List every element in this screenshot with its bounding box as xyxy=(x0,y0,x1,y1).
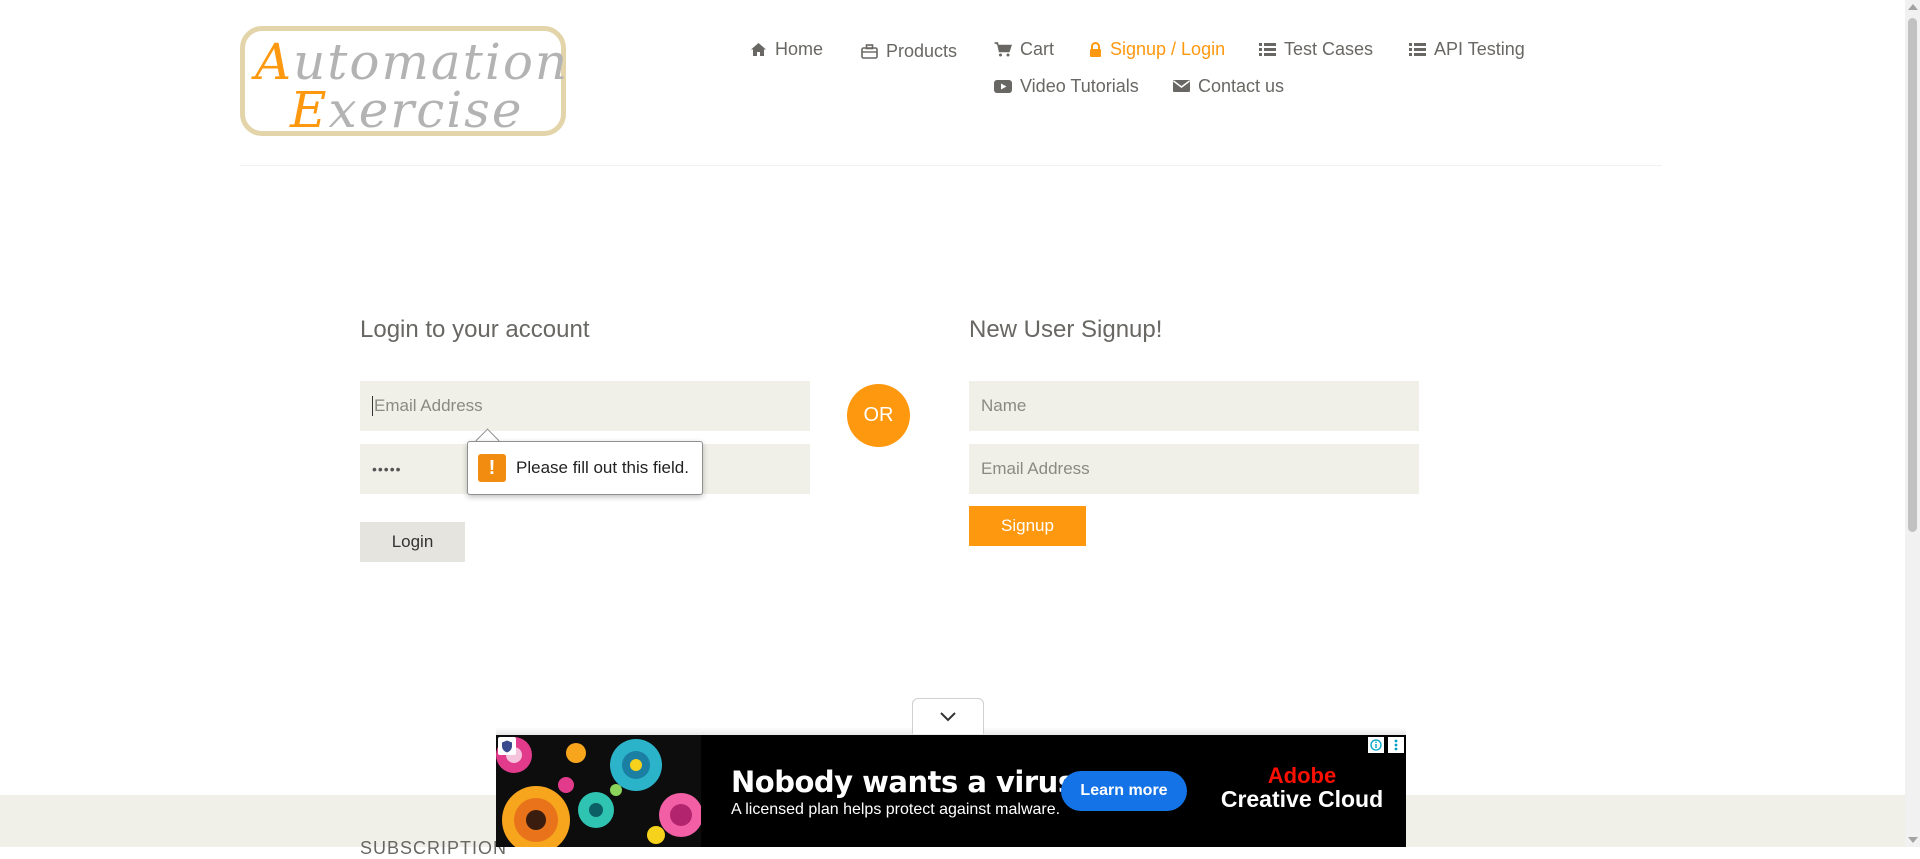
nav-products[interactable]: Products xyxy=(861,39,957,63)
page-scrollbar[interactable] xyxy=(1905,0,1920,847)
header-divider xyxy=(240,165,1662,166)
scroll-down-arrow-icon[interactable] xyxy=(1908,837,1918,843)
nav-signup-login-label: Signup / Login xyxy=(1110,38,1226,59)
scroll-up-arrow-icon[interactable] xyxy=(1908,4,1918,10)
youtube-play-icon xyxy=(994,79,1012,93)
login-password-value: ••••• xyxy=(372,461,402,477)
signup-button[interactable]: Signup xyxy=(969,506,1086,546)
nav-api-testing-label: API Testing xyxy=(1434,38,1525,59)
logo-line-1: Automation xyxy=(255,33,570,91)
nav-contact-us[interactable]: Contact us xyxy=(1173,74,1284,98)
validation-message: Please fill out this field. xyxy=(516,458,689,477)
site-logo[interactable]: Automation Exercise xyxy=(240,26,570,139)
login-email-input[interactable]: Email Address xyxy=(360,381,810,431)
chevron-down-icon xyxy=(940,712,956,722)
nav-video-tutorials-label: Video Tutorials xyxy=(1020,75,1139,96)
ad-options-icon[interactable] xyxy=(1388,737,1404,753)
advertisement-banner[interactable]: Nobody wants a virus. A licensed plan he… xyxy=(496,735,1406,847)
or-divider-badge: OR xyxy=(847,384,910,447)
text-caret xyxy=(372,396,373,416)
signup-form-title: New User Signup! xyxy=(969,316,1163,343)
floral-artwork xyxy=(496,735,701,847)
ad-learn-more-button[interactable]: Learn more xyxy=(1061,771,1187,811)
shield-icon xyxy=(502,740,512,752)
list-icon xyxy=(1259,42,1276,56)
validation-tooltip: ! Please fill out this field. xyxy=(467,441,703,495)
login-email-placeholder: Email Address xyxy=(374,396,483,415)
footer-subscription-heading: SUBSCRIPTION xyxy=(360,838,508,858)
list-icon xyxy=(1409,42,1426,56)
login-form-title: Login to your account xyxy=(360,316,590,343)
ad-privacy-badge[interactable] xyxy=(498,737,516,755)
nav-test-cases-label: Test Cases xyxy=(1284,38,1374,59)
nav-signup-login[interactable]: Signup / Login xyxy=(1089,37,1225,61)
nav-cart-label: Cart xyxy=(1020,38,1055,59)
signup-email-input[interactable]: Email Address xyxy=(969,444,1419,494)
nav-test-cases[interactable]: Test Cases xyxy=(1259,37,1373,61)
login-button[interactable]: Login xyxy=(360,522,465,562)
lock-icon xyxy=(1090,41,1101,57)
logo-line-2: Exercise xyxy=(290,81,524,139)
nav-api-testing[interactable]: API Testing xyxy=(1409,37,1525,61)
envelope-icon xyxy=(1173,80,1190,92)
scrollbar-thumb[interactable] xyxy=(1908,18,1917,532)
signup-name-input[interactable]: Name xyxy=(969,381,1419,431)
nav-home-label: Home xyxy=(775,38,824,59)
nav-home[interactable]: Home xyxy=(750,37,823,61)
signup-name-placeholder: Name xyxy=(981,396,1027,415)
nav-video-tutorials[interactable]: Video Tutorials xyxy=(994,74,1139,98)
ad-collapse-toggle[interactable] xyxy=(912,698,984,734)
nav-cart[interactable]: Cart xyxy=(994,37,1054,61)
ad-subtext: A licensed plan helps protect against ma… xyxy=(731,801,1061,818)
briefcase-icon xyxy=(861,43,878,59)
signup-email-placeholder: Email Address xyxy=(981,459,1090,478)
cart-icon xyxy=(994,41,1012,56)
nav-products-label: Products xyxy=(886,40,958,61)
warning-icon: ! xyxy=(478,454,506,482)
ad-brand-creative-cloud: Creative Cloud xyxy=(1220,786,1384,812)
nav-contact-us-label: Contact us xyxy=(1198,75,1285,96)
ad-info-icon[interactable] xyxy=(1368,737,1384,753)
home-icon xyxy=(751,42,766,56)
ad-headline: Nobody wants a virus. xyxy=(731,765,1086,799)
